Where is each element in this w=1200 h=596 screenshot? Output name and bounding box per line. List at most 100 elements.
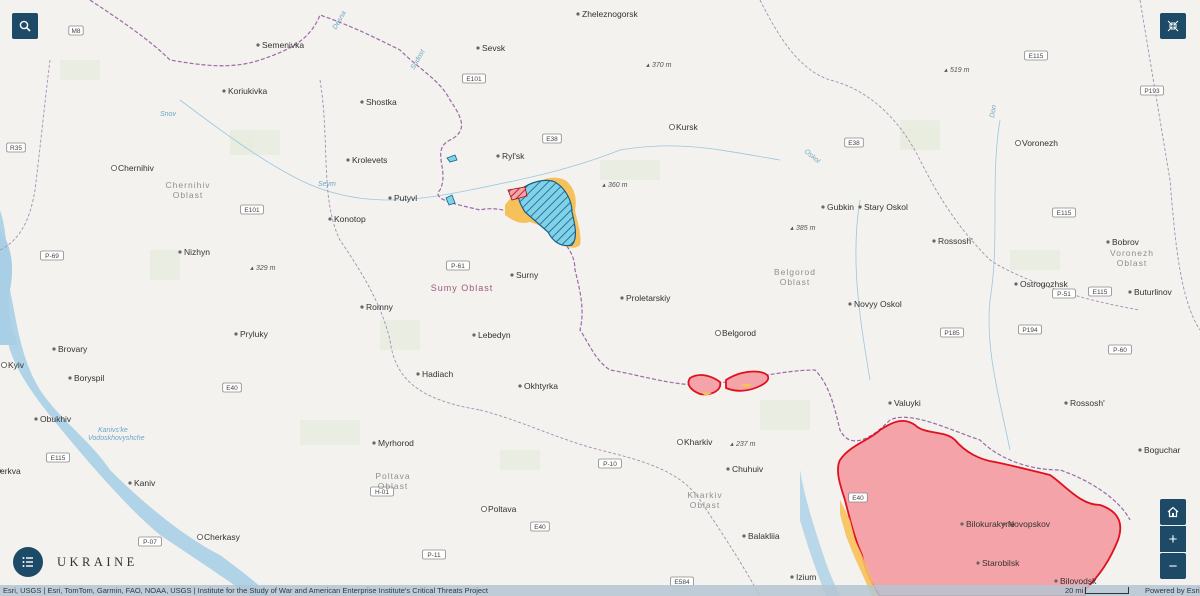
road-label: E115 — [1029, 53, 1044, 60]
city-label-izium: Izium — [796, 572, 816, 582]
city-marker — [234, 332, 238, 336]
oblast-label-voronezh-2: Oblast — [1117, 258, 1148, 268]
oblast-label-belgorod: Belgorod — [774, 267, 816, 277]
city-marker — [388, 196, 392, 200]
russia-oblast-border-2 — [1139, 0, 1200, 331]
road-label: E101 — [244, 207, 260, 214]
oblast-label-poltava: Poltava — [375, 471, 410, 481]
city-label-balakliia: Balakliia — [748, 531, 780, 541]
city-label-chuhuiv: Chuhuiv — [732, 464, 764, 474]
city-marker — [68, 376, 72, 380]
city-label-novyy-oskol: Novyy Oskol — [854, 299, 902, 309]
elevation-label: 237 m — [735, 441, 756, 448]
city-marker — [715, 329, 722, 336]
city-marker — [360, 100, 364, 104]
city-label-poltava: Poltava — [488, 504, 517, 514]
attribution-bar: Esri, USGS | Esri, TomTom, Garmin, FAO, … — [0, 585, 1200, 596]
city-marker — [888, 401, 892, 405]
city-label-boryspil: Boryspil — [74, 373, 104, 383]
powered-by-esri-link[interactable]: Powered by Esri — [1145, 585, 1200, 596]
city-label-konotop: Konotop — [334, 214, 366, 224]
city-marker — [742, 534, 746, 538]
city-marker — [496, 154, 500, 158]
exit-fullscreen-button[interactable] — [1160, 13, 1186, 39]
map-canvas[interactable]: M8 E101 E38 E115 P193 R35 E38 E101 E115 P-69 P-61 E… — [0, 0, 1200, 596]
city-label-romny: Romny — [366, 302, 394, 312]
search-button[interactable] — [12, 13, 38, 39]
city-label-stary-oskol: Stary Oskol — [864, 202, 908, 212]
city-marker — [1015, 139, 1022, 146]
city-marker — [976, 561, 980, 565]
city-label-voronezh: Voronezh — [1022, 138, 1058, 148]
city-marker — [222, 89, 226, 93]
road-label: P-51 — [1057, 291, 1071, 298]
road-label: R35 — [10, 145, 22, 152]
city-marker — [790, 575, 794, 579]
city-marker — [669, 124, 676, 131]
water-label: Sudost — [410, 48, 427, 71]
zoom-in-button[interactable]: + — [1160, 526, 1186, 552]
elevation-label: 519 m — [950, 67, 970, 74]
city-label-shostka: Shostka — [366, 97, 397, 107]
road-label: P193 — [1144, 88, 1160, 95]
city-marker — [52, 347, 56, 351]
attribution-text[interactable]: Esri, USGS | Esri, TomTom, Garmin, FAO, … — [3, 585, 488, 596]
city-label-erkva: erkva — [0, 466, 21, 476]
oblast-label-sumy: Sumy Oblast — [431, 283, 494, 293]
city-label-zheleznogorsk: Zheleznogorsk — [582, 9, 639, 19]
city-marker — [932, 239, 936, 243]
zoom-out-button[interactable]: − — [1160, 553, 1186, 579]
city-label-boguchar: Boguchar — [1144, 445, 1181, 455]
road-label: E40 — [534, 524, 546, 531]
elevation-label: 329 m — [256, 265, 276, 272]
city-label-myrhorod: Myrhorod — [378, 438, 414, 448]
oblast-border-west — [0, 59, 51, 251]
city-label-valuyki: Valuyki — [894, 398, 921, 408]
city-label-obukhiv: Obukhiv — [40, 414, 72, 424]
oblast-label-voronezh: Voronezh — [1110, 248, 1154, 258]
city-marker — [1054, 579, 1058, 583]
city-marker — [576, 12, 580, 16]
city-label-gubkin: Gubkin — [827, 202, 854, 212]
city-marker — [1138, 448, 1142, 452]
elevation-marker-icon: ▴ — [602, 182, 606, 189]
city-marker — [1064, 401, 1068, 405]
road-label: P-61 — [451, 263, 465, 270]
water-label: Vodoskhovyshche — [88, 435, 145, 442]
city-label-brovary: Brovary — [58, 344, 88, 354]
city-marker — [480, 505, 487, 512]
elevation-marker-icon: ▴ — [944, 67, 948, 74]
city-label-koriukivka: Koriukivka — [228, 86, 267, 96]
small-incursion-2 — [445, 194, 456, 206]
scale-bar — [1085, 587, 1129, 594]
city-label-rossosh-: Rossosh' — [938, 236, 973, 246]
city-label-kharkiv: Kharkiv — [684, 437, 713, 447]
oblast-border — [319, 79, 481, 411]
city-label-hadiach: Hadiach — [422, 369, 453, 379]
city-marker — [677, 438, 684, 445]
city-marker — [178, 250, 182, 254]
city-label-kaniv: Kaniv — [134, 478, 156, 488]
home-button[interactable] — [1160, 499, 1186, 525]
elevation-label: 360 m — [608, 182, 628, 189]
occupied-territory — [837, 419, 1122, 596]
occupied-pocket-vovchansk — [687, 374, 722, 396]
city-label-okhtyrka: Okhtyrka — [524, 381, 558, 391]
russia-oblast-border — [759, 0, 1141, 311]
elevation-label: 370 m — [652, 62, 672, 69]
road-label: E101 — [466, 76, 482, 83]
city-label-krolevets: Krolevets — [352, 155, 387, 165]
city-marker — [346, 158, 350, 162]
city-marker — [476, 46, 480, 50]
city-label-cherkasy: Cherkasy — [204, 532, 241, 542]
city-marker — [518, 384, 522, 388]
city-label-pryluky: Pryluky — [240, 329, 269, 339]
elevation-marker-icon: ▴ — [250, 265, 254, 272]
occupied-pocket-lyptsi — [725, 370, 770, 392]
city-marker — [1, 361, 7, 368]
legend-button[interactable] — [13, 547, 43, 577]
city-label-rossosh-: Rossosh' — [1070, 398, 1105, 408]
zoom-out-label: − — [1168, 557, 1178, 575]
oblast-label-belgorod-2: Oblast — [780, 277, 811, 287]
city-label-putyvl: Putyvl — [394, 193, 417, 203]
